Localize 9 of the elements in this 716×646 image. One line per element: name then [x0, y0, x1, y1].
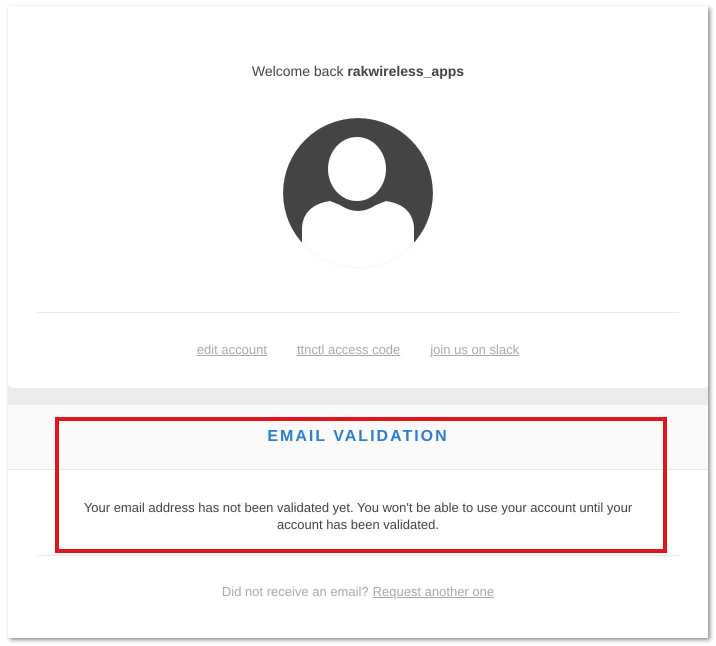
request-link[interactable]: Request another one [372, 584, 494, 599]
footer-text: Did not receive an email? [222, 584, 369, 599]
welcome-text: Welcome back rakwireless_apps [252, 63, 464, 79]
validation-message: Your email address has not been validated yet. You won't be able to use your account until your account has been validated. [82, 499, 634, 534]
profile-link[interactable]: edit account [196, 342, 267, 357]
avatar-icon [282, 117, 434, 269]
profile-link[interactable]: join us on slack [430, 342, 520, 357]
section-title: EMAIL VALIDATION [267, 428, 449, 446]
profile-link[interactable]: ttnctl access code [296, 342, 400, 357]
